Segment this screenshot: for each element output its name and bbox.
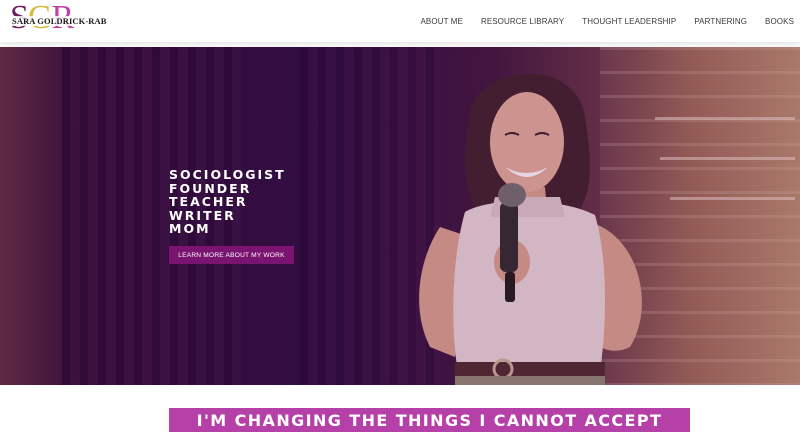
hero-roles: SOCIOLOGIST FOUNDER TEACHER WRITER MOM xyxy=(169,168,286,236)
logo-name: SARA GOLDRICK-RAB xyxy=(11,16,108,26)
main-nav: ABOUT ME RESOURCE LIBRARY THOUGHT LEADER… xyxy=(421,0,795,42)
nav-about-me[interactable]: ABOUT ME xyxy=(421,17,463,26)
learn-more-button[interactable]: LEARN MORE ABOUT MY WORK xyxy=(169,246,294,264)
role-teacher: TEACHER xyxy=(169,194,248,210)
site-logo[interactable]: SGR SARA GOLDRICK-RAB xyxy=(10,0,108,38)
role-mom: MOM xyxy=(169,221,211,237)
role-writer: WRITER xyxy=(169,207,236,223)
nav-partnering[interactable]: PARTNERING xyxy=(694,17,747,26)
nav-thought-leadership[interactable]: THOUGHT LEADERSHIP xyxy=(582,17,676,26)
nav-books[interactable]: BOOKS xyxy=(765,17,794,26)
mission-banner: I'M CHANGING THE THINGS I CANNOT ACCEPT xyxy=(169,408,690,432)
site-header: SGR SARA GOLDRICK-RAB ABOUT ME RESOURCE … xyxy=(0,0,800,42)
role-sociologist: SOCIOLOGIST xyxy=(169,167,286,182)
hero-section: SOCIOLOGIST FOUNDER TEACHER WRITER MOM L… xyxy=(0,47,800,385)
nav-resource-library[interactable]: RESOURCE LIBRARY xyxy=(481,17,564,26)
role-founder: FOUNDER xyxy=(169,180,252,196)
hero-tint-overlay xyxy=(0,47,800,385)
